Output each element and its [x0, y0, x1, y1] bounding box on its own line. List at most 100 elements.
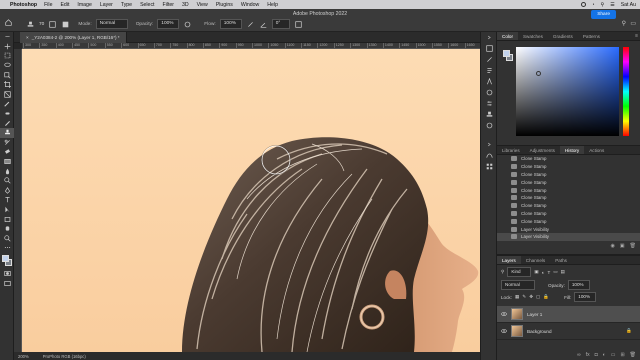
frame-tool-icon[interactable]: [0, 90, 14, 100]
history-item[interactable]: Clone Stamp: [497, 171, 640, 179]
lasso-tool-icon[interactable]: [0, 61, 14, 71]
character-panel-icon[interactable]: [481, 76, 498, 87]
add-mask-icon[interactable]: ◘: [595, 352, 598, 358]
eye-icon[interactable]: [501, 328, 507, 335]
wifi-icon[interactable]: ◔: [592, 2, 595, 8]
tab-swatches[interactable]: Swatches: [518, 32, 548, 40]
home-icon[interactable]: [4, 18, 13, 27]
layer-row-layer-1[interactable]: Layer 1: [497, 306, 640, 323]
menu-item-filter[interactable]: Filter: [162, 2, 174, 8]
filter-adjustment-icon[interactable]: ◐: [542, 270, 545, 275]
lock-move-icon[interactable]: ✥: [529, 294, 533, 300]
tab-history[interactable]: History: [559, 146, 585, 154]
screen-mode-icon[interactable]: [0, 278, 14, 288]
healing-brush-tool-icon[interactable]: [0, 109, 14, 119]
brush-settings-icon[interactable]: [48, 20, 57, 29]
history-item[interactable]: Clone Stamp: [497, 217, 640, 225]
quick-mask-icon[interactable]: [0, 269, 14, 279]
info-panel-icon[interactable]: [481, 120, 498, 131]
blend-mode-select[interactable]: Normal: [501, 280, 535, 290]
menu-item-3d[interactable]: 3D: [182, 2, 189, 8]
zoom-level[interactable]: 200%: [18, 354, 29, 359]
menu-item-view[interactable]: View: [197, 2, 208, 8]
swatches-panel-icon[interactable]: [481, 161, 498, 172]
collapse-panels-icon-2[interactable]: [481, 139, 498, 150]
filter-smart-icon[interactable]: ▤: [561, 269, 565, 275]
menu-item-type[interactable]: Type: [121, 2, 132, 8]
blur-tool-icon[interactable]: [0, 166, 14, 176]
filter-shape-icon[interactable]: ▭: [553, 269, 557, 275]
tab-actions[interactable]: Actions: [584, 146, 609, 154]
flow-field[interactable]: 100%: [219, 19, 242, 29]
fill-field[interactable]: 100%: [574, 292, 597, 302]
document-tab[interactable]: × _Y2A0384-2 @ 200% (Layer 1, RGB/16*) *: [20, 32, 127, 43]
dodge-tool-icon[interactable]: [0, 176, 14, 186]
clone-source-panel-icon[interactable]: [481, 109, 498, 120]
color-picker-cursor[interactable]: [536, 71, 541, 76]
delete-layer-icon[interactable]: 🗑: [630, 352, 636, 358]
tab-color[interactable]: Color: [497, 32, 518, 40]
hue-slider[interactable]: [623, 47, 629, 136]
color-picker-field[interactable]: [516, 47, 619, 136]
eyedropper-tool-icon[interactable]: [0, 99, 14, 109]
clone-stamp-tool-icon[interactable]: [0, 127, 14, 138]
layer-name[interactable]: Background: [527, 329, 552, 334]
link-layers-icon[interactable]: ∞: [577, 352, 581, 358]
collapse-panels-icon[interactable]: [481, 32, 498, 43]
lock-paint-icon[interactable]: ✎: [522, 294, 526, 300]
path-selection-tool-icon[interactable]: [0, 205, 14, 215]
lock-artboard-icon[interactable]: ▢: [536, 294, 540, 300]
move-tool-icon[interactable]: [0, 42, 14, 52]
menu-item-select[interactable]: Select: [140, 2, 154, 8]
tab-libraries[interactable]: Libraries: [497, 146, 525, 154]
history-item[interactable]: Clone Stamp: [497, 210, 640, 218]
filter-search-icon[interactable]: ⚲: [501, 269, 504, 275]
more-tools-icon[interactable]: [0, 243, 14, 253]
new-layer-icon[interactable]: ⊞: [620, 352, 624, 358]
ruler-vertical[interactable]: [14, 49, 22, 352]
marquee-tool-icon[interactable]: [0, 51, 14, 61]
lock-pixels-icon[interactable]: ▦: [515, 294, 519, 300]
lock-all-icon[interactable]: 🔒: [543, 294, 549, 300]
eye-icon[interactable]: [501, 311, 507, 318]
layer-row-background[interactable]: Background 🔒: [497, 323, 640, 340]
new-snapshot-icon[interactable]: ◉: [611, 243, 615, 249]
control-center-icon[interactable]: ☰: [610, 2, 614, 8]
color-fg-swatch[interactable]: [503, 50, 510, 57]
history-item[interactable]: Clone Stamp: [497, 178, 640, 186]
menu-app-name[interactable]: Photoshop: [10, 2, 37, 8]
history-panel-icon[interactable]: [481, 43, 498, 54]
airbrush-icon[interactable]: [246, 20, 255, 29]
delete-state-icon[interactable]: 🗑: [630, 243, 636, 249]
layer-name[interactable]: Layer 1: [527, 312, 542, 317]
layer-thumbnail[interactable]: [511, 308, 523, 320]
tab-adjustments[interactable]: Adjustments: [525, 146, 560, 154]
menu-item-image[interactable]: Image: [77, 2, 91, 8]
pen-tool-icon[interactable]: [0, 186, 14, 196]
menubar-clock[interactable]: Sat Au: [621, 2, 636, 8]
brush-size-value[interactable]: 70: [39, 22, 44, 27]
adjustment-layer-icon[interactable]: ◐: [603, 352, 606, 358]
history-item[interactable]: Clone Stamp: [497, 194, 640, 202]
new-document-icon[interactable]: ▣: [620, 243, 625, 249]
clone-source-icon[interactable]: [61, 20, 70, 29]
pressure-opacity-icon[interactable]: [183, 20, 192, 29]
type-tool-icon[interactable]: [0, 195, 14, 205]
history-item[interactable]: Clone Stamp: [497, 163, 640, 171]
history-brush-tool-icon[interactable]: [0, 138, 14, 148]
history-item[interactable]: Clone Stamp: [497, 155, 640, 163]
paths-panel-icon[interactable]: [481, 150, 498, 161]
aligned-checkbox-icon[interactable]: [294, 20, 303, 29]
history-item-selected[interactable]: Layer Visibility: [497, 232, 640, 241]
clone-stamp-preset-icon[interactable]: [26, 20, 35, 29]
opacity-field[interactable]: 100%: [157, 19, 180, 29]
history-item[interactable]: Clone Stamp: [497, 186, 640, 194]
document-canvas[interactable]: [22, 49, 480, 352]
brush-tool-icon[interactable]: [0, 118, 14, 128]
paragraph-panel-icon[interactable]: [481, 65, 498, 76]
hand-tool-icon[interactable]: [0, 224, 14, 234]
zoom-tool-icon[interactable]: [0, 233, 14, 243]
adjustments-icon[interactable]: [481, 87, 498, 98]
gradient-tool-icon[interactable]: [0, 157, 14, 167]
layer-opacity-field[interactable]: 100%: [567, 280, 590, 290]
